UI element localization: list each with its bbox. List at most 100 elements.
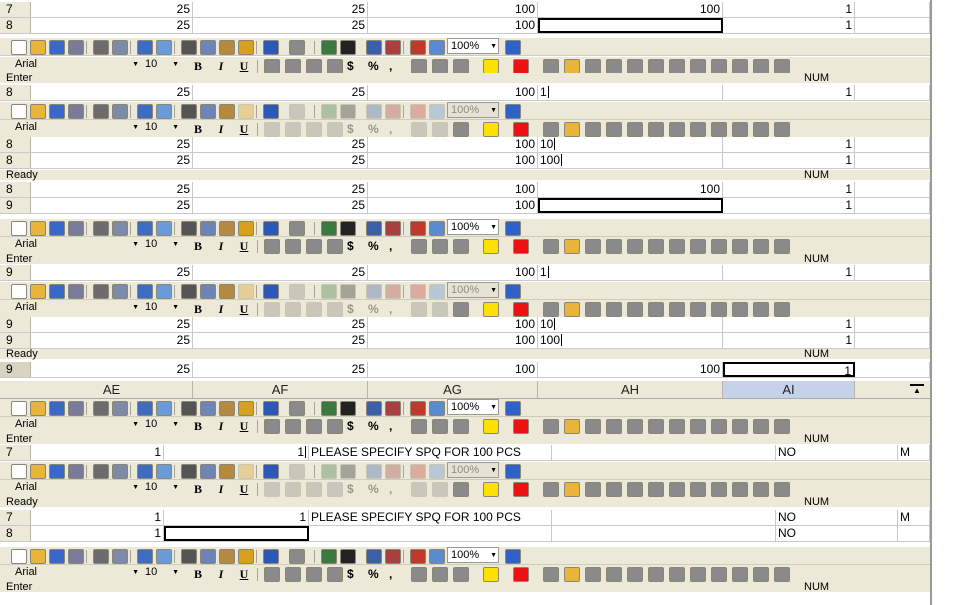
toolbar-button[interactable] (48, 284, 65, 299)
toolbar-button[interactable] (180, 221, 197, 236)
cell[interactable]: 1 (723, 85, 855, 100)
italic-button[interactable]: I (213, 59, 229, 73)
toolbar-button[interactable] (67, 284, 84, 299)
borders-button[interactable] (452, 482, 469, 497)
font-name-dropdown[interactable]: Arial ▼ (12, 300, 140, 316)
shape-button[interactable] (626, 122, 643, 137)
cell[interactable] (538, 198, 723, 213)
more-buttons-button[interactable] (542, 59, 559, 74)
toolbar-button[interactable] (409, 221, 426, 236)
window-button[interactable] (752, 302, 769, 317)
toolbar-button[interactable] (365, 401, 382, 416)
cell[interactable] (855, 18, 930, 33)
folder-button[interactable] (563, 567, 580, 582)
borders-button[interactable] (452, 59, 469, 74)
cell[interactable] (552, 510, 776, 525)
align-left-button[interactable] (263, 567, 280, 582)
row-number[interactable]: 8 (0, 153, 31, 168)
toolbar-button[interactable] (136, 401, 153, 416)
cell[interactable]: 25 (31, 137, 193, 152)
shape-button[interactable] (626, 239, 643, 254)
increase-decimal-button[interactable] (410, 122, 427, 137)
window-button[interactable] (752, 122, 769, 137)
cell[interactable]: 25 (193, 198, 368, 213)
bold-button[interactable]: B (190, 122, 206, 136)
attach-button[interactable] (773, 239, 790, 254)
cell[interactable]: 1 (538, 85, 723, 100)
toolbar-button[interactable] (409, 40, 426, 55)
toolbar-button[interactable] (504, 549, 521, 564)
toolbar-button[interactable] (288, 40, 305, 55)
toolbar-button[interactable] (237, 401, 254, 416)
toolbar-button[interactable] (504, 40, 521, 55)
bold-button[interactable]: B (190, 239, 206, 253)
borders-button[interactable] (452, 239, 469, 254)
toolbar-button[interactable] (29, 40, 46, 55)
cell[interactable]: 25 (193, 265, 368, 280)
toolbar-button[interactable] (262, 221, 279, 236)
toolbar-button[interactable] (136, 284, 153, 299)
align-center-button[interactable] (284, 122, 301, 137)
percent-button[interactable]: % (368, 302, 384, 316)
toolbar-button[interactable] (155, 40, 172, 55)
zoom-dropdown[interactable]: 100% ▼ (447, 399, 499, 415)
toolbar-button[interactable] (29, 401, 46, 416)
toolbar-button[interactable] (384, 284, 401, 299)
cell[interactable]: 1 (538, 265, 723, 280)
toolbar-button[interactable] (180, 549, 197, 564)
image2-button[interactable] (605, 567, 622, 582)
underline-button[interactable]: U (236, 59, 252, 73)
percent-button[interactable]: % (368, 59, 384, 73)
toolbar-button[interactable] (384, 464, 401, 479)
comma-button[interactable]: , (389, 482, 405, 496)
folder-button[interactable] (563, 59, 580, 74)
toolbar-button[interactable] (384, 40, 401, 55)
toolbar-button[interactable] (365, 464, 382, 479)
cell[interactable]: 25 (193, 137, 368, 152)
toolbar-button[interactable] (384, 401, 401, 416)
image-button[interactable] (584, 419, 601, 434)
shape-button[interactable] (626, 302, 643, 317)
cell[interactable]: PLEASE SPECIFY SPQ FOR 100 PCS (309, 445, 552, 460)
toolbar-button[interactable] (218, 549, 235, 564)
italic-button[interactable]: I (213, 419, 229, 433)
merge-center-button[interactable] (326, 302, 343, 317)
cell[interactable]: NO (776, 510, 898, 525)
toolbar-button[interactable] (262, 104, 279, 119)
delete-button[interactable] (668, 567, 685, 582)
toolbar-button[interactable] (320, 40, 337, 55)
row-number[interactable]: 8 (0, 137, 31, 152)
cell[interactable]: 10 (538, 317, 723, 332)
comma-button[interactable]: , (389, 419, 405, 433)
cell[interactable]: 1 (723, 362, 855, 377)
fill-color-button[interactable] (482, 239, 499, 254)
toolbar-button[interactable] (339, 104, 356, 119)
folder-button[interactable] (563, 239, 580, 254)
toolbar-button[interactable] (288, 221, 305, 236)
toolbar-button[interactable] (365, 104, 382, 119)
toolbar-button[interactable] (237, 284, 254, 299)
cell[interactable] (552, 445, 776, 460)
toolbar-button[interactable] (218, 221, 235, 236)
toolbar-button[interactable] (199, 401, 216, 416)
cell[interactable] (855, 182, 930, 197)
align-right-button[interactable] (305, 482, 322, 497)
toolbar-button[interactable] (199, 40, 216, 55)
cell[interactable]: 100 (368, 182, 538, 197)
toolbar-button[interactable] (155, 464, 172, 479)
toolbar-button[interactable] (180, 464, 197, 479)
increase-decimal-button[interactable] (410, 239, 427, 254)
toolbar-button[interactable] (504, 104, 521, 119)
row-number[interactable]: 9 (0, 265, 31, 280)
track-button[interactable] (731, 302, 748, 317)
toolbar-button[interactable] (504, 401, 521, 416)
cell[interactable]: 1 (723, 182, 855, 197)
toolbar-button[interactable] (320, 464, 337, 479)
cell[interactable]: NO (776, 526, 898, 541)
font-size-dropdown[interactable]: 10 ▼ (142, 57, 180, 73)
cell[interactable]: 100 (368, 85, 538, 100)
underline-button[interactable]: U (236, 419, 252, 433)
toolbar-button[interactable] (48, 104, 65, 119)
image2-button[interactable] (605, 239, 622, 254)
delete-button[interactable] (668, 482, 685, 497)
